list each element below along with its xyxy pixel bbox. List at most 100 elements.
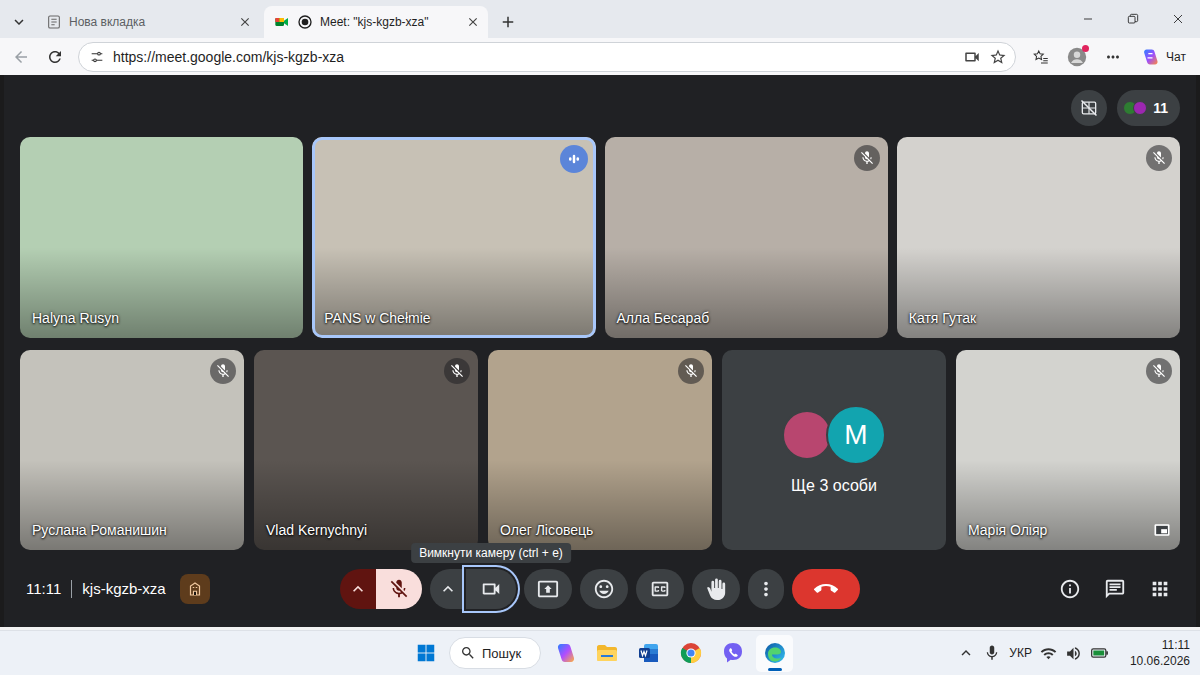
back-button[interactable] — [6, 42, 36, 72]
more-vertical-icon — [755, 578, 777, 600]
taskbar-clock[interactable]: 11:1110.06.2026 — [1130, 637, 1190, 669]
taskbar-app[interactable] — [630, 635, 667, 672]
overflow-label: Ще 3 особи — [791, 477, 877, 495]
speaker-highlight — [254, 350, 478, 550]
copilot-app-icon — [553, 641, 577, 665]
copilot-label[interactable]: Чат — [1166, 50, 1186, 64]
participants-button[interactable]: 11 — [1117, 90, 1180, 126]
restore-button[interactable] — [1110, 0, 1155, 38]
chat-icon — [1104, 578, 1126, 600]
wifi-icon[interactable] — [1040, 645, 1057, 662]
mic-off-icon — [388, 578, 410, 600]
restore-icon — [1125, 11, 1141, 27]
chat-button[interactable] — [1095, 569, 1135, 609]
tile-status — [678, 358, 704, 384]
new-tab-button[interactable] — [492, 6, 524, 38]
muted-indicator — [854, 145, 880, 171]
raise-hand-button[interactable] — [692, 569, 740, 609]
copilot-button[interactable]: Чат — [1134, 47, 1192, 67]
participant-tile[interactable]: Алла Бесараб — [605, 137, 888, 338]
audio-options-button[interactable] — [340, 569, 376, 609]
camera-permission-icon[interactable] — [963, 48, 981, 66]
speaker-highlight — [312, 137, 595, 338]
taskbar-app[interactable] — [714, 635, 751, 672]
reactions-button[interactable] — [580, 569, 628, 609]
show-hidden-icons-icon[interactable] — [957, 644, 975, 662]
camera-button[interactable]: Вимкнути камеру (ctrl + e) — [466, 569, 516, 609]
search-label[interactable]: Пошук — [482, 646, 521, 661]
browser-tab[interactable]: Meet: "kjs-kgzb-xza" — [264, 6, 488, 38]
taskbar-app[interactable] — [588, 635, 625, 672]
tiles-off-icon — [1079, 98, 1099, 118]
apps-grid-icon — [1149, 578, 1171, 600]
toolbar-actions: Чат — [1026, 42, 1192, 72]
word-app-icon — [637, 641, 661, 665]
participant-tile[interactable]: Олег Лісовець — [488, 350, 712, 550]
viber-app-icon — [721, 641, 745, 665]
plus-icon — [499, 13, 517, 31]
muted-indicator — [678, 358, 704, 384]
clock-date[interactable]: 10.06.2026 — [1130, 653, 1190, 669]
close-tab-icon[interactable] — [238, 15, 252, 29]
minimize-icon — [1080, 11, 1096, 27]
close-tab-icon[interactable] — [466, 15, 480, 29]
participant-tile[interactable]: Марія Оліяр — [956, 350, 1180, 550]
hidden-tiles-button[interactable] — [1071, 90, 1107, 126]
self-view-slot — [1152, 520, 1172, 540]
browser-tab[interactable]: Нова вкладка — [36, 6, 260, 38]
leave-call-button[interactable] — [792, 569, 860, 609]
meeting-code[interactable]: kjs-kgzb-xza — [82, 580, 165, 597]
participant-avatars — [1123, 101, 1147, 115]
picture-in-picture-icon[interactable] — [1152, 520, 1172, 540]
reload-button[interactable] — [40, 42, 70, 72]
speaker-highlight — [956, 350, 1180, 550]
more-options-button[interactable] — [748, 569, 784, 609]
participant-avatar — [1133, 101, 1147, 115]
camera-group: Вимкнути камеру (ctrl + e) — [430, 569, 516, 609]
participant-tile[interactable]: Halyna Rusyn — [20, 137, 303, 338]
volume-icon[interactable] — [1065, 645, 1082, 662]
host-controls-button[interactable] — [180, 574, 210, 604]
more-participants-tile[interactable]: MЩе 3 особи — [722, 350, 946, 550]
participant-tile[interactable]: PANS w Chełmie — [312, 137, 595, 338]
taskbar-app[interactable] — [756, 635, 793, 672]
participant-tile[interactable]: Vlad Kernychnyi — [254, 350, 478, 550]
participant-count[interactable]: 11 — [1153, 100, 1168, 116]
profile-button[interactable] — [1062, 42, 1092, 72]
participant-name: Руслана Романишин — [32, 522, 167, 538]
clock-time[interactable]: 11:11 — [1162, 637, 1190, 653]
muted-indicator — [1146, 145, 1172, 171]
present-button[interactable] — [524, 569, 572, 609]
windows-logo-icon — [415, 642, 437, 664]
call-controls: Вимкнути камеру (ctrl + e) — [340, 569, 860, 609]
participant-name: Vlad Kernychnyi — [266, 522, 367, 538]
chevron-up-icon — [348, 579, 368, 599]
meeting-info-button[interactable] — [1050, 569, 1090, 609]
microphone-in-use-icon[interactable] — [983, 644, 1001, 662]
settings-menu-button[interactable] — [1098, 42, 1128, 72]
address-field[interactable]: https://meet.google.com/kjs-kgzb-xza — [78, 42, 1016, 72]
participant-tile[interactable]: Катя Гутак — [897, 137, 1180, 338]
taskbar-app[interactable] — [546, 635, 583, 672]
site-info-icon[interactable] — [89, 49, 105, 65]
participant-tile[interactable]: Руслана Романишин — [20, 350, 244, 550]
taskbar-app[interactable] — [672, 635, 709, 672]
tab-actions-button[interactable] — [6, 6, 32, 38]
audio-bars-icon — [564, 149, 584, 169]
favorites-button[interactable] — [1026, 42, 1056, 72]
mic-off-icon — [1151, 363, 1167, 379]
taskbar-search[interactable]: Пошук — [449, 637, 541, 669]
battery-icon[interactable] — [1090, 643, 1110, 663]
close-window-button[interactable] — [1155, 0, 1200, 38]
video-options-button[interactable] — [430, 569, 466, 609]
url-text[interactable]: https://meet.google.com/kjs-kgzb-xza — [113, 49, 955, 65]
microphone-button[interactable] — [376, 569, 422, 609]
start-button[interactable] — [407, 635, 444, 672]
captions-button[interactable] — [636, 569, 684, 609]
minimize-button[interactable] — [1065, 0, 1110, 38]
input-language[interactable]: УКР — [1009, 646, 1032, 660]
activities-button[interactable] — [1140, 569, 1180, 609]
favorite-star-icon[interactable] — [989, 48, 1007, 66]
divider — [71, 580, 72, 598]
tile-row: Руслана Романишин Vlad Kernychnyi Олег Ліс… — [20, 350, 1180, 550]
